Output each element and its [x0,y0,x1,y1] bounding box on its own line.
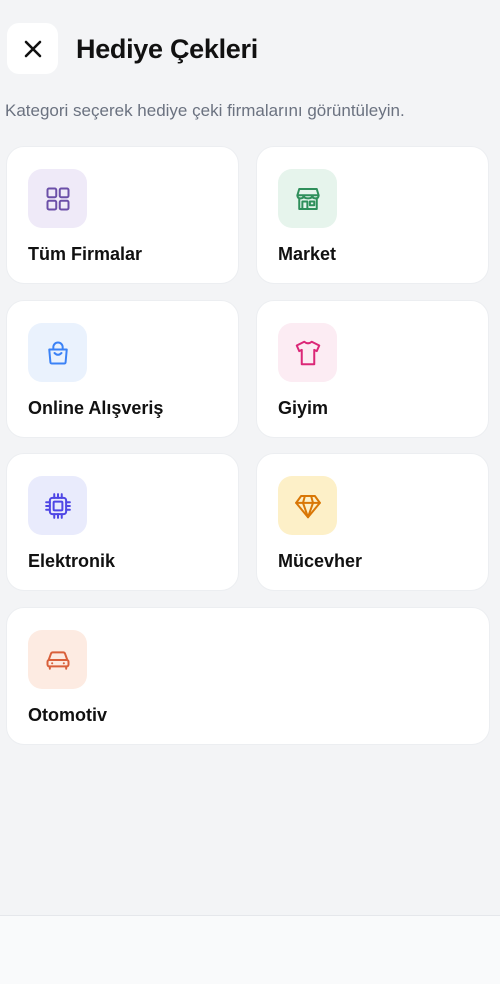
gift-cards-screen: Hediye Çekleri Kategori seçerek hediye ç… [0,0,500,984]
cpu-chip-icon [44,492,71,519]
category-label: Online Alışveriş [28,398,164,418]
category-label: Tüm Firmalar [28,244,143,264]
category-label: Elektronik [28,551,116,571]
category-label: Giyim [278,398,329,418]
category-icon-box [28,323,87,382]
category-icon-box [278,476,337,535]
close-button[interactable] [7,23,58,74]
category-icon-box [28,476,87,535]
grid-icon [46,187,69,210]
category-card-automotive[interactable]: Otomotiv [6,607,490,745]
shirt-icon [295,340,320,365]
car-icon [46,650,69,670]
bottom-bar [0,915,500,984]
category-card-all-firms[interactable]: Tüm Firmalar [6,146,239,284]
store-icon [295,187,320,210]
page-title: Hediye Çekleri [76,34,258,64]
category-label: Otomotiv [28,705,107,725]
category-card-online-shopping[interactable]: Online Alışveriş [6,300,239,438]
category-card-electronics[interactable]: Elektronik [6,453,239,591]
category-icon-box [28,630,87,689]
category-icon-box [28,169,87,228]
close-icon [24,40,41,57]
category-icon-box [278,323,337,382]
category-icon-box [278,169,337,228]
diamond-icon [294,494,321,518]
category-card-jewelry[interactable]: Mücevher [256,453,489,591]
category-label: Market [278,244,337,264]
category-card-market[interactable]: Market [256,146,489,284]
category-card-clothing[interactable]: Giyim [256,300,489,438]
header: Hediye Çekleri [0,0,500,100]
category-label: Mücevher [278,551,363,571]
shopping-bag-icon [47,341,68,364]
page-subtitle: Kategori seçerek hediye çeki firmalarını… [5,101,405,120]
